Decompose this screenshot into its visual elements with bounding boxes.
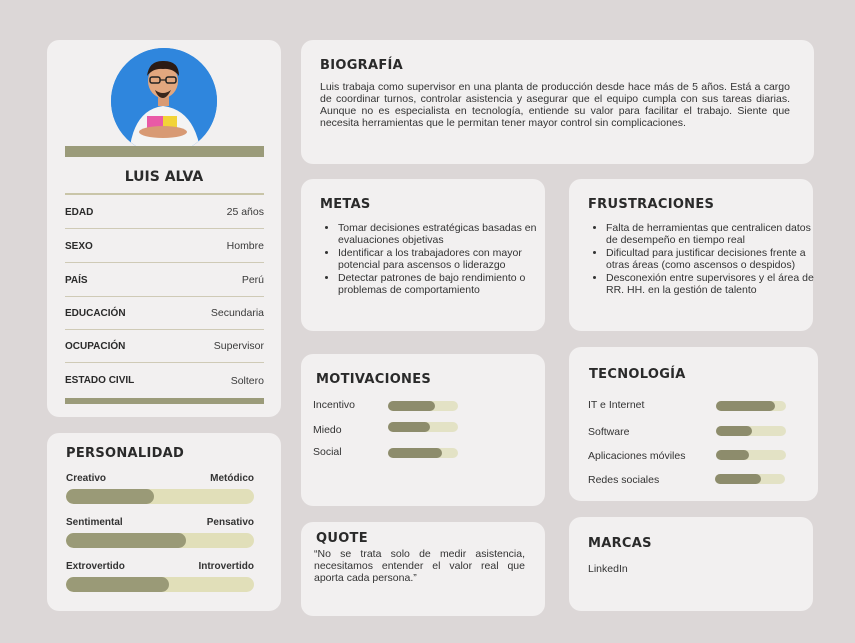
name-divider	[65, 193, 264, 195]
motivation-bar	[388, 422, 458, 432]
technology-label: Redes sociales	[588, 474, 660, 486]
brand-item: LinkedIn	[588, 563, 628, 575]
motivation-label: Incentivo	[313, 399, 356, 411]
header-divider	[65, 146, 264, 157]
profile-row-marital-status: ESTADO CIVIL Soltero	[65, 364, 264, 397]
profile-label: EDUCACIÓN	[65, 307, 126, 319]
technology-label: Software	[588, 426, 630, 438]
brands-title: MARCAS	[588, 536, 652, 551]
brands-card: MARCAS LinkedIn	[569, 517, 813, 611]
profile-value: Soltero	[230, 374, 264, 387]
profile-value: Secundaria	[210, 307, 264, 319]
trait-right-label: Pensativo	[206, 517, 254, 528]
quote-card: QUOTE “No se trata solo de medir asisten…	[301, 522, 545, 616]
profile-value: Perú	[241, 274, 264, 286]
profile-value: Hombre	[226, 240, 264, 252]
technology-bar	[716, 401, 786, 411]
personality-trait: Extrovertido Introvertido	[66, 561, 254, 592]
footer-divider	[65, 398, 264, 404]
persona-name: LUIS ALVA	[124, 169, 204, 185]
goal-item: Tomar decisiones estratégicas basadas en…	[338, 222, 566, 246]
biography-title: BIOGRAFÍA	[320, 58, 404, 73]
profile-value: 25 años	[226, 206, 264, 218]
trait-right-label: Metódico	[210, 473, 254, 484]
biography-text: Luis trabaja como supervisor en una plan…	[320, 81, 790, 129]
quote-text: “No se trata solo de medir asistencia, n…	[314, 548, 525, 584]
frustration-item: Desconexión entre supervisores y el área…	[606, 272, 824, 296]
goal-item: Identificar a los trabajadores con mayor…	[338, 247, 566, 271]
personality-card: PERSONALIDAD Creativo Metódico Sentiment…	[47, 433, 281, 611]
frustration-item: Dificultad para justificar decisiones fr…	[606, 247, 824, 271]
personality-trait: Sentimental Pensativo	[66, 517, 254, 548]
motivation-bar	[388, 401, 458, 411]
trait-slider	[66, 577, 254, 592]
trait-left-label: Sentimental	[66, 517, 123, 528]
technology-bar	[716, 426, 786, 436]
profile-label: OCUPACIÓN	[65, 340, 126, 352]
motivation-label: Miedo	[313, 424, 342, 436]
profile-label: ESTADO CIVIL	[65, 375, 135, 386]
profile-label: SEXO	[65, 240, 93, 252]
profile-label: EDAD	[65, 206, 94, 218]
motivation-bar	[388, 448, 458, 458]
technology-bar	[715, 474, 785, 484]
person-photo-icon	[111, 48, 217, 154]
trait-slider	[66, 533, 254, 548]
technology-title: TECNOLOGÍA	[589, 367, 686, 382]
goal-item: Detectar patrones de bajo rendimiento o …	[338, 272, 566, 296]
trait-left-label: Creativo	[66, 473, 107, 484]
technology-bar	[716, 450, 786, 460]
personality-trait: Creativo Metódico	[66, 473, 254, 504]
profile-row-education: EDUCACIÓN Secundaria	[65, 297, 264, 330]
avatar	[111, 48, 217, 154]
frustration-item: Falta de herramientas que centralicen da…	[606, 222, 824, 246]
profile-value: Supervisor	[213, 340, 264, 352]
motivation-label: Social	[313, 446, 342, 458]
motivations-title: MOTIVACIONES	[316, 372, 432, 387]
trait-slider	[66, 489, 254, 504]
profile-row-age: EDAD 25 años	[65, 196, 264, 229]
profile-row-occupation: OCUPACIÓN Supervisor	[65, 330, 264, 363]
technology-label: Aplicaciones móviles	[588, 450, 686, 462]
trait-right-label: Introvertido	[198, 561, 254, 572]
profile-label: PAÍS	[65, 274, 88, 286]
frustrations-title: FRUSTRACIONES	[588, 197, 715, 212]
profile-card: LUIS ALVA EDAD 25 años SEXO Hombre PAÍS …	[47, 40, 281, 417]
profile-row-country: PAÍS Perú	[65, 264, 264, 297]
frustrations-card: FRUSTRACIONES Falta de herramientas que …	[569, 179, 814, 331]
personality-title: PERSONALIDAD	[66, 446, 185, 461]
profile-row-sex: SEXO Hombre	[65, 230, 264, 263]
goals-title: METAS	[320, 197, 371, 212]
goals-card: METAS Tomar decisiones estratégicas basa…	[301, 179, 545, 331]
trait-left-label: Extrovertido	[66, 561, 125, 572]
quote-title: QUOTE	[316, 531, 368, 546]
motivations-card: MOTIVACIONES Incentivo Miedo Social	[301, 354, 545, 506]
technology-card: TECNOLOGÍA IT e Internet Software Aplica…	[569, 347, 818, 501]
technology-label: IT e Internet	[588, 399, 645, 411]
frustrations-list: Falta de herramientas que centralicen da…	[588, 222, 824, 297]
goals-list: Tomar decisiones estratégicas basadas en…	[320, 222, 566, 297]
biography-card: BIOGRAFÍA Luis trabaja como supervisor e…	[301, 40, 814, 164]
